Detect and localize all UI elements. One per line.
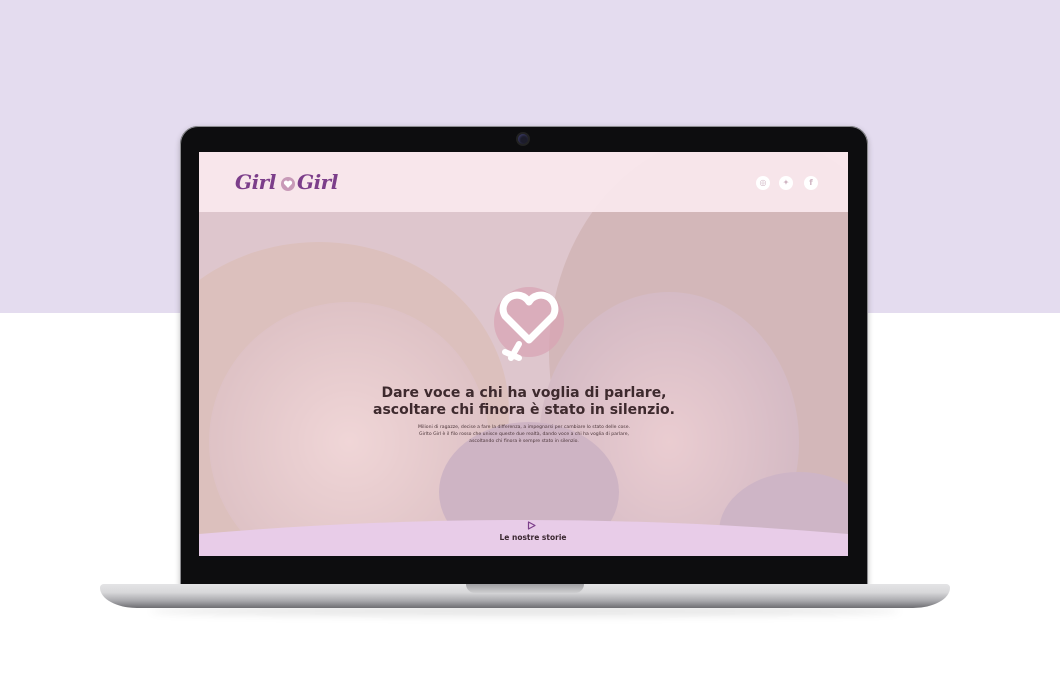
play-icon[interactable]: [527, 521, 536, 530]
our-stories-link[interactable]: Le nostre storie: [448, 533, 618, 542]
logo-word-right: Girl: [297, 170, 338, 194]
hero-headline: Dare voce a chi ha voglia di parlare, as…: [349, 385, 699, 419]
webcam-icon: [518, 134, 528, 144]
laptop-screen-chin: [199, 556, 848, 578]
girl-to-girl-logo[interactable]: Girl Girl: [235, 168, 353, 198]
instagram-icon[interactable]: ◎: [756, 176, 770, 190]
laptop-screen: Girl Girl ◎ ✦ f Dare voce a chi ha vogli…: [199, 152, 848, 556]
hero-paragraph: Milioni di ragazze, decise a fare la dif…: [418, 425, 630, 444]
twitter-icon[interactable]: ✦: [779, 176, 793, 190]
laptop-opening-notch: [466, 584, 584, 593]
headline-line-1: Dare voce a chi ha voglia di parlare,: [381, 385, 667, 401]
heart-venus-symbol-icon: [494, 287, 564, 361]
headline-line-2: ascoltare chi finora è stato in silenzio…: [373, 402, 675, 418]
site-header: Girl Girl ◎ ✦ f: [199, 152, 848, 212]
facebook-icon[interactable]: f: [804, 176, 818, 190]
logo-word-left: Girl: [235, 170, 276, 194]
logo-heart-icon: [281, 177, 295, 191]
